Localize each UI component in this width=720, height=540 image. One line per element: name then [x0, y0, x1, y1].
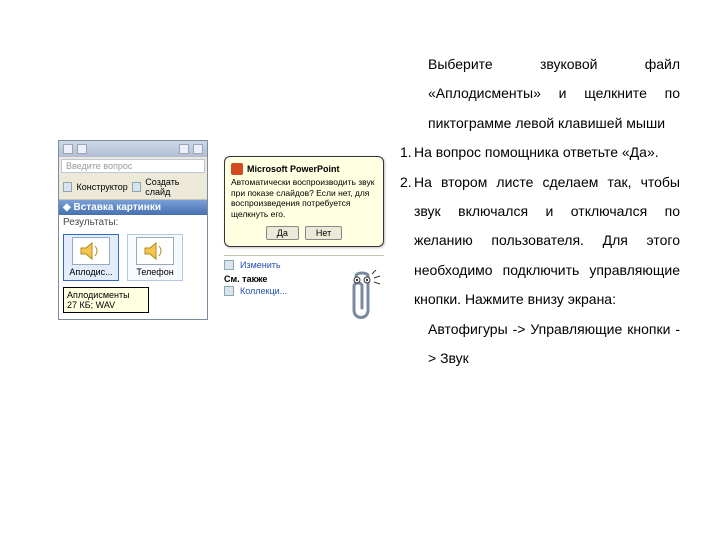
dropdown-icon [179, 144, 189, 154]
balloon-title: Microsoft PowerPoint [247, 164, 340, 174]
balloon-message: Автоматически воспроизводить звук при по… [231, 177, 377, 220]
step-2-text: На втором листе сделаем так, чтобы звук … [414, 168, 680, 315]
forward-icon [77, 144, 87, 154]
taskpane-titlebar [59, 141, 207, 157]
design-toolbar: Конструктор Создать слайд [59, 175, 207, 200]
sound-icon [79, 241, 103, 261]
taskpane-header: ◆ Вставка картинки [59, 200, 207, 215]
clipart-item-telephone-label: Телефон [136, 267, 173, 277]
office-assistant: Microsoft PowerPoint Автоматически воспр… [224, 156, 384, 296]
powerpoint-icon [231, 163, 243, 175]
instruction-intro: Выберите звуковой файл «Аплодисменты» и … [400, 50, 680, 138]
step-1-text: На вопрос помощника ответьте «Да». [414, 138, 680, 167]
help-search-input[interactable]: Введите вопрос [61, 159, 205, 173]
newslide-label[interactable]: Создать слайд [145, 177, 203, 197]
clipart-task-pane: Введите вопрос Конструктор Создать слайд… [58, 140, 208, 320]
step-2-number: 2. [400, 168, 414, 315]
close-icon [193, 144, 203, 154]
constructor-label[interactable]: Конструктор [76, 182, 127, 192]
sound-icon [143, 241, 167, 261]
clipart-item-telephone[interactable]: Телефон [127, 234, 183, 281]
collection-link[interactable]: Коллекци... [240, 286, 287, 296]
file-tooltip: Аплодисменты 27 КБ; WAV [63, 287, 149, 313]
constructor-icon [63, 182, 72, 192]
clipart-item-applause-label: Аплодис... [69, 267, 112, 277]
clippy-icon [342, 270, 386, 326]
back-icon [63, 144, 73, 154]
instruction-text: Выберите звуковой файл «Аплодисменты» и … [400, 0, 720, 540]
newslide-icon [132, 182, 141, 192]
results-label: Результаты: [63, 217, 203, 228]
change-icon [224, 260, 234, 270]
no-button[interactable]: Нет [305, 226, 342, 240]
assistant-balloon: Microsoft PowerPoint Автоматически воспр… [224, 156, 384, 247]
step-2-path: Автофигуры -> Управляющие кнопки -> Звук [400, 315, 680, 374]
step-1-number: 1. [400, 138, 414, 167]
change-link[interactable]: Изменить [240, 260, 281, 270]
clipart-item-applause[interactable]: Аплодис... [63, 234, 119, 281]
collection-icon [224, 286, 234, 296]
yes-button[interactable]: Да [266, 226, 299, 240]
